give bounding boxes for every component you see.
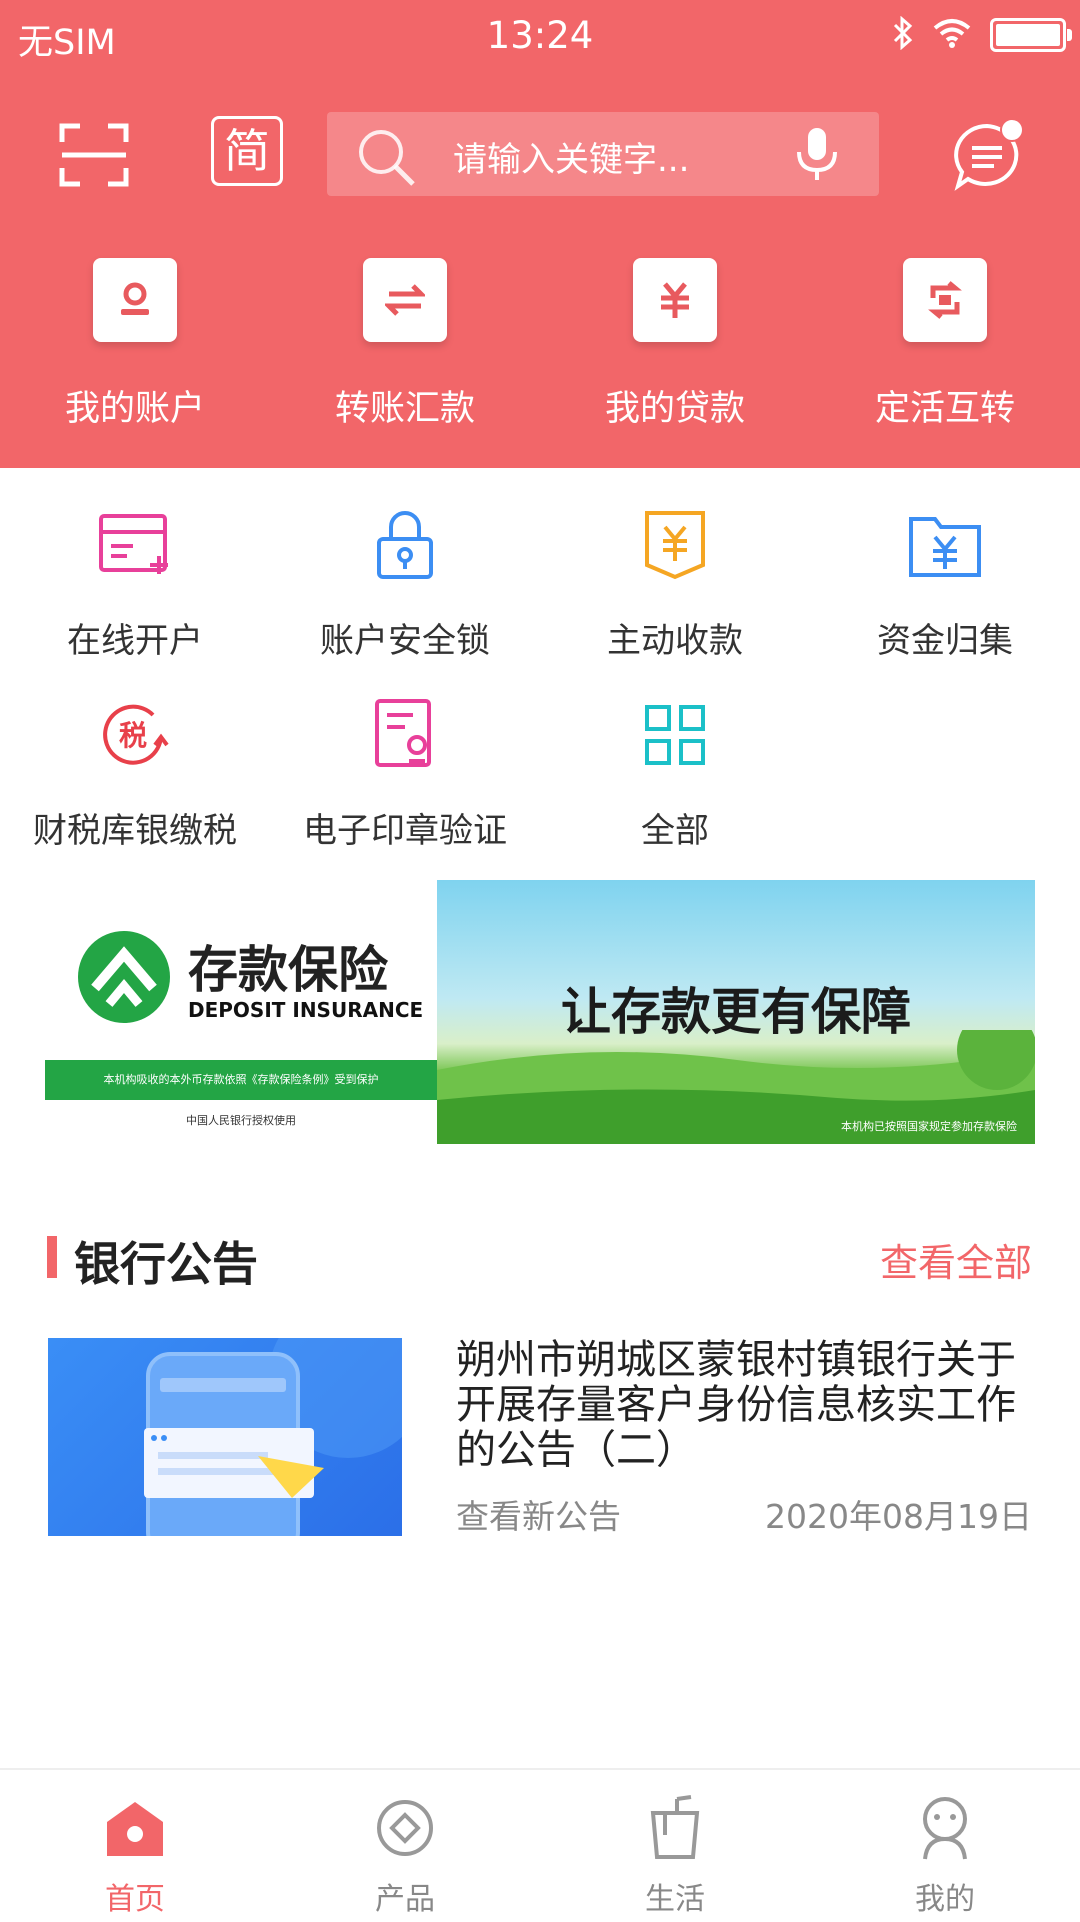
unread-dot [1000, 118, 1024, 142]
service-label: 账户安全锁 [320, 621, 490, 661]
seal-verify-icon [270, 695, 540, 775]
home-icon [0, 1794, 270, 1862]
receive-payment-icon [540, 505, 810, 585]
service-label: 主动收款 [607, 621, 743, 661]
service-label: 全部 [641, 811, 709, 851]
banner-slogan: 让存款更有保障 [561, 983, 911, 1041]
life-icon [540, 1794, 810, 1862]
service-label: 资金归集 [877, 621, 1013, 661]
bottom-tab-bar: 首页 产品 生活 我的 [0, 1768, 1080, 1922]
quick-action-transfer[interactable]: 转账汇款 [270, 258, 540, 431]
notice-section-title: 银行公告 [74, 1237, 258, 1291]
deposit-insurance-logo [78, 931, 170, 1023]
view-all-link[interactable]: 查看全部 [880, 1232, 1032, 1287]
tax-payment-icon: 税 [0, 695, 270, 775]
microphone-icon[interactable] [795, 126, 839, 186]
notice-section-header: 银行公告 查看全部 [0, 1222, 1080, 1292]
banner-subtitle: DEPOSIT INSURANCE [188, 998, 424, 1022]
notice-thumbnail [48, 1338, 402, 1536]
loan-icon [633, 258, 717, 342]
service-seal-verify[interactable]: 电子印章验证 [270, 695, 540, 885]
tab-product[interactable]: 产品 [270, 1770, 540, 1922]
quick-action-my-account[interactable]: 我的账户 [0, 258, 270, 431]
tab-label: 我的 [915, 1882, 975, 1917]
banner-authorized-text: 中国人民银行授权使用 [186, 1114, 296, 1127]
tab-label: 首页 [105, 1882, 165, 1917]
quick-action-label: 我的贷款 [604, 389, 745, 429]
bluetooth-icon [892, 15, 914, 54]
svg-text:税: 税 [119, 719, 147, 752]
search-placeholder: 请输入关键字... [453, 140, 690, 180]
exchange-icon [903, 258, 987, 342]
tab-label: 生活 [645, 1882, 705, 1917]
all-services-icon [540, 695, 810, 775]
notice-meta: 查看新公告 2020年08月19日 [456, 1490, 1032, 1538]
status-icons [892, 15, 1072, 54]
search-input[interactable]: 请输入关键字... [327, 112, 879, 196]
banner-right-panel: 让存款更有保障 本机构已按照国家规定参加存款保险 [437, 880, 1035, 1144]
header: 无SIM 13:24 简 请输入关键字... 我的账户 转账汇款 我的贷款 定活… [0, 0, 1080, 468]
services-grid: 在线开户 账户安全锁 主动收款 资金归集 税 财税库银缴税 电子印章验证 全部 [0, 505, 1080, 885]
notice-title: 朔州市朔城区蒙银村镇银行关于开展存量客户身份信息核实工作的公告（二） [456, 1337, 1016, 1473]
banner-strip-text: 本机构吸收的本外币存款依照《存款保险条例》受到保护 [45, 1060, 437, 1100]
service-label: 财税库银缴税 [33, 811, 237, 851]
tab-label: 产品 [375, 1882, 435, 1917]
service-fund-collection[interactable]: 资金归集 [810, 505, 1080, 695]
tab-life[interactable]: 生活 [540, 1770, 810, 1922]
security-lock-icon [270, 505, 540, 585]
battery-icon [990, 18, 1072, 52]
online-account-icon [0, 505, 270, 585]
search-icon [355, 126, 419, 194]
scan-icon [59, 123, 129, 187]
notice-item[interactable]: 朔州市朔城区蒙银村镇银行关于开展存量客户身份信息核实工作的公告（二） 查看新公告… [48, 1338, 1032, 1536]
quick-action-label: 我的账户 [64, 389, 205, 429]
quick-actions: 我的账户 转账汇款 我的贷款 定活互转 [0, 258, 1080, 431]
profile-icon [810, 1794, 1080, 1862]
account-icon [93, 258, 177, 342]
banner-note: 本机构已按照国家规定参加存款保险 [841, 1120, 1017, 1133]
message-button[interactable] [952, 118, 1024, 192]
fund-collection-icon [810, 505, 1080, 585]
notice-tag: 查看新公告 [456, 1497, 621, 1536]
tab-home[interactable]: 首页 [0, 1770, 270, 1922]
service-all[interactable]: 全部 [540, 695, 810, 885]
simplified-mode-button[interactable]: 简 [211, 116, 283, 186]
section-accent-bar [47, 1236, 57, 1278]
service-label: 在线开户 [67, 621, 203, 661]
phone-illustration [144, 1338, 402, 1536]
quick-action-label: 定活互转 [874, 389, 1015, 429]
wifi-icon [932, 18, 972, 52]
service-online-account[interactable]: 在线开户 [0, 505, 270, 695]
status-bar: 无SIM 13:24 [0, 0, 1080, 80]
product-icon [270, 1794, 540, 1862]
transfer-icon [363, 258, 447, 342]
deposit-insurance-banner[interactable]: 存款保险 DEPOSIT INSURANCE 本机构吸收的本外币存款依照《存款保… [45, 880, 1035, 1144]
service-tax-payment[interactable]: 税 财税库银缴税 [0, 695, 270, 885]
service-security-lock[interactable]: 账户安全锁 [270, 505, 540, 695]
quick-action-label: 转账汇款 [334, 389, 475, 429]
quick-action-loan[interactable]: 我的贷款 [540, 258, 810, 431]
quick-action-exchange[interactable]: 定活互转 [810, 258, 1080, 431]
tab-mine[interactable]: 我的 [810, 1770, 1080, 1922]
banner-title: 存款保险 [188, 941, 388, 999]
service-label: 电子印章验证 [303, 811, 507, 851]
top-toolbar: 简 请输入关键字... [0, 110, 1080, 200]
banner-left-panel: 存款保险 DEPOSIT INSURANCE 本机构吸收的本外币存款依照《存款保… [45, 880, 437, 1144]
scan-button[interactable] [58, 122, 130, 188]
service-receive-payment[interactable]: 主动收款 [540, 505, 810, 695]
notice-date: 2020年08月19日 [765, 1497, 1032, 1536]
